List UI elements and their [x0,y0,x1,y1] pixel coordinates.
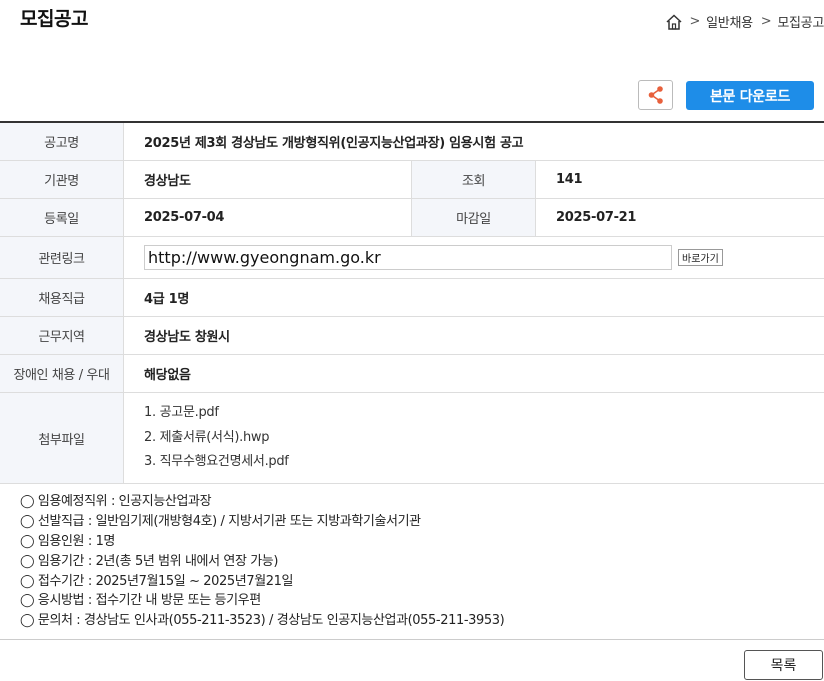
notice-line: ◯ 문의처 : 경상남도 인사과(055-211-3523) / 경상남도 인공… [20,613,505,629]
home-icon[interactable] [665,13,683,31]
notice-line: ◯ 접수기간 : 2025년7월15일 ~ 2025년7월21일 [20,573,294,589]
notice-line: ◯ 임용예정직위 : 인공지능산업과장 [20,494,212,509]
disabled-label: 장애인 채용 / 우대 [0,355,124,392]
agency-value: 경상남도 [124,161,412,198]
files-label: 첨부파일 [0,393,124,483]
position-value: 4급 1명 [144,292,190,307]
notice-body: ◯ 임용예정직위 : 인공지능산업과장 ◯ 선발직급 : 일반임기제(개방형4호… [20,492,505,631]
list-button[interactable]: 목록 [744,650,823,680]
notice-line: ◯ 임용기간 : 2년(총 5년 범위 내에서 연장 가능) [20,553,279,569]
table-row: 관련링크 http://www.gyeongnam.go.kr 바로가기 [0,237,824,279]
notice-line: ◯ 응시방법 : 접수기간 내 방문 또는 등기우편 [20,593,261,609]
disabled-value: 해당없음 [144,368,191,383]
reg-date-label: 등록일 [0,199,124,236]
breadcrumb-separator: > [689,14,701,29]
page-title: 모집공고 [20,8,88,30]
breadcrumb-item-general[interactable]: 일반채용 [706,12,753,31]
files-list: 1. 공고문.pdf 2. 제출서류(서식).hwp 3. 직무수행요건명세서.… [124,393,824,483]
table-row: 첨부파일 1. 공고문.pdf 2. 제출서류(서식).hwp 3. 직무수행요… [0,393,824,484]
file-link[interactable]: 2. 제출서류(서식).hwp [144,426,270,451]
table-row: 기관명 경상남도 조회 141 [0,161,824,199]
deadline-label: 마감일 [412,199,536,236]
file-link[interactable]: 3. 직무수행요건명세서.pdf [144,450,289,475]
breadcrumb-item-recruit[interactable]: 모집공고 [777,12,824,31]
views-label: 조회 [412,161,536,198]
link-label: 관련링크 [0,237,124,278]
deadline-value: 2025-07-21 [556,210,637,225]
region-label: 근무지역 [0,317,124,354]
link-cell: http://www.gyeongnam.go.kr 바로가기 [124,237,824,278]
notice-line: ◯ 선발직급 : 일반임기제(개방형4호) / 지방서기관 또는 지방과학기술서… [20,513,421,529]
notice-line: ◯ 임용인원 : 1명 [20,533,115,549]
position-label: 채용직급 [0,279,124,316]
divider [0,639,824,640]
table-row: 채용직급 4급 1명 [0,279,824,317]
breadcrumb: > 일반채용 > 모집공고 [665,12,824,31]
agency-label: 기관명 [0,161,124,198]
share-button[interactable] [638,80,673,110]
table-row: 근무지역 경상남도 창원시 [0,317,824,355]
download-button[interactable]: 본문 다운로드 [686,81,814,110]
title-label: 공고명 [0,123,124,160]
views-value: 141 [556,172,583,187]
table-row: 공고명 2025년 제3회 경상남도 개방형직위(인공지능산업과장) 임용시험 … [0,123,824,161]
breadcrumb-separator: > [760,14,772,29]
go-button[interactable]: 바로가기 [678,249,723,266]
link-field[interactable]: http://www.gyeongnam.go.kr [144,245,672,270]
region-value: 경상남도 창원시 [144,330,230,345]
file-link[interactable]: 1. 공고문.pdf [144,401,219,426]
title-value: 2025년 제3회 경상남도 개방형직위(인공지능산업과장) 임용시험 공고 [144,136,524,151]
table-row: 등록일 2025-07-04 마감일 2025-07-21 [0,199,824,237]
share-icon [648,86,663,104]
info-table: 공고명 2025년 제3회 경상남도 개방형직위(인공지능산업과장) 임용시험 … [0,121,824,484]
reg-date-value: 2025-07-04 [124,199,412,236]
table-row: 장애인 채용 / 우대 해당없음 [0,355,824,393]
